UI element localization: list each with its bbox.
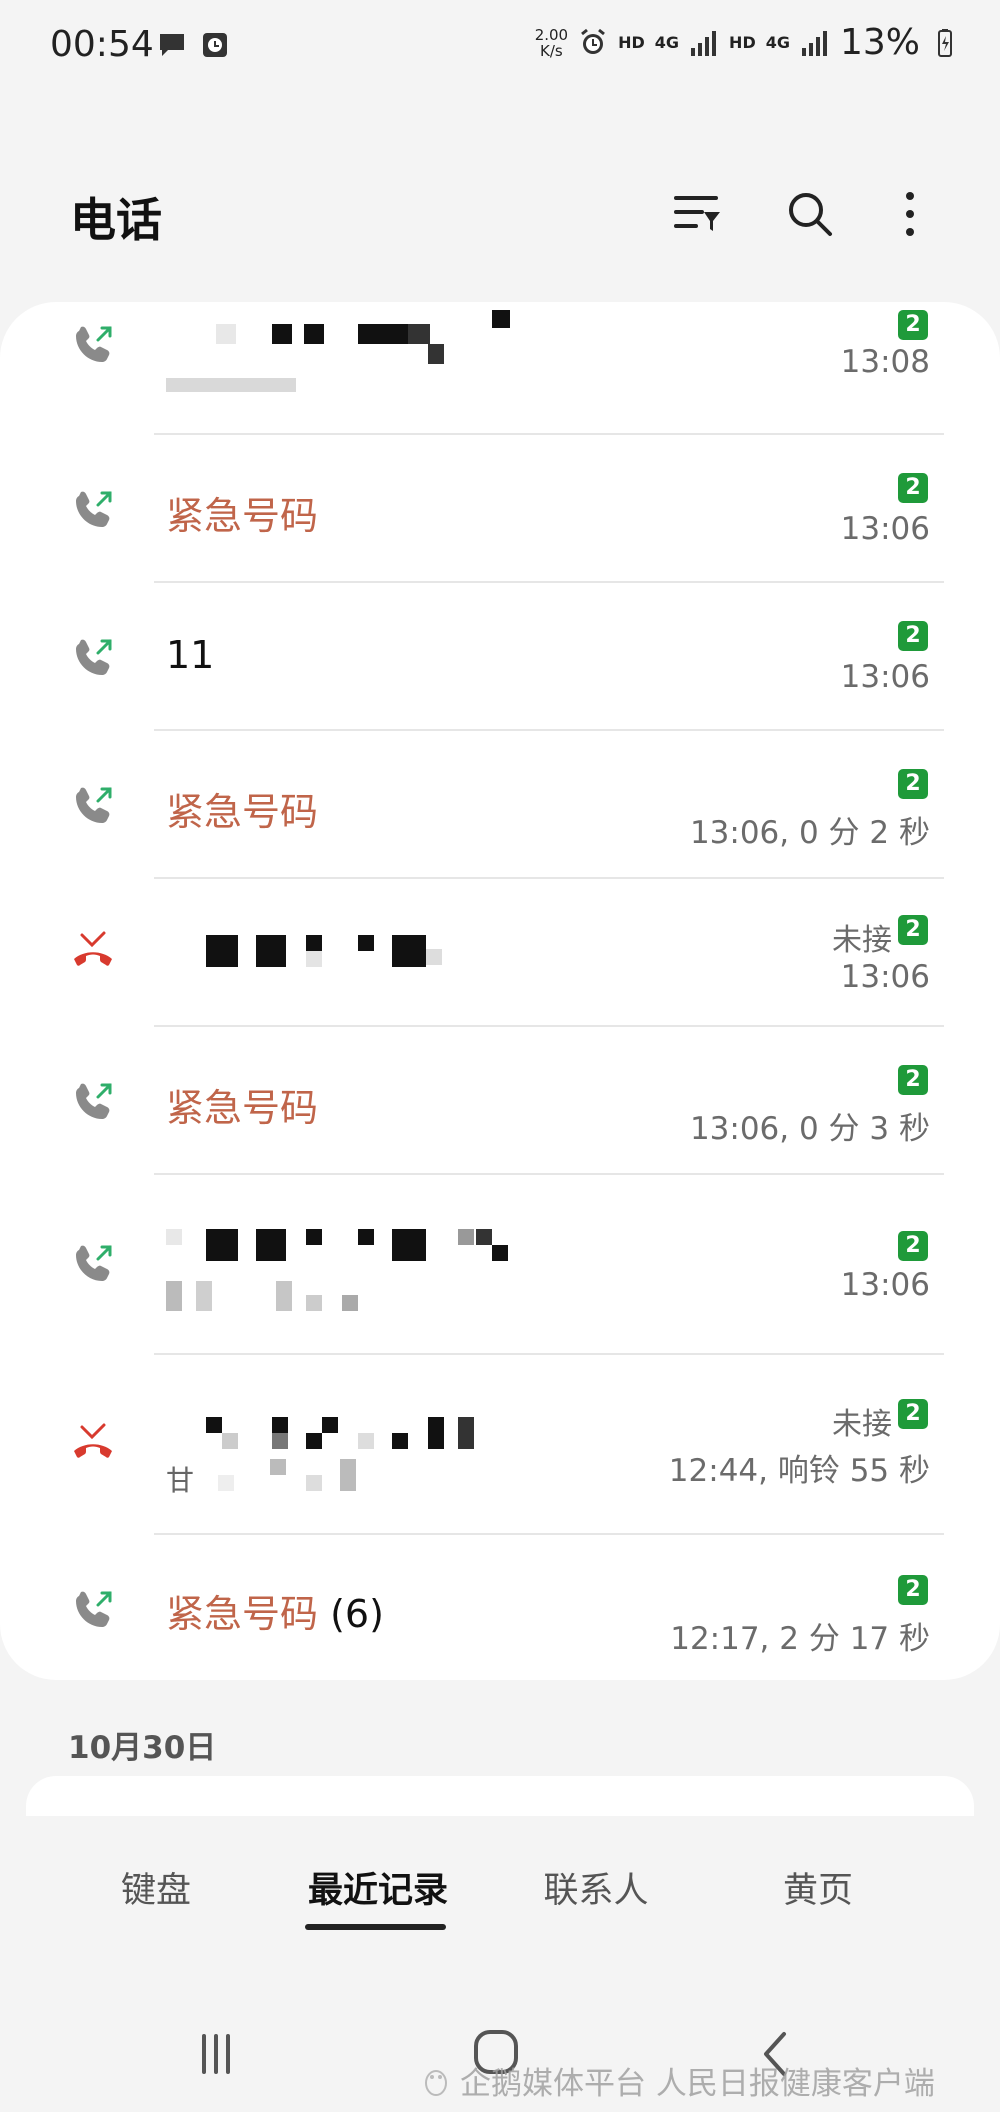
sim-2-badge: 2 [898, 1575, 928, 1605]
missed-call-icon [74, 1423, 112, 1458]
watermark: 企鹅媒体平台 人民日报健康客户端 [420, 2058, 935, 2103]
page-title: 电话 [70, 193, 162, 247]
call-time: 13:06 [840, 511, 930, 547]
outgoing-call-icon [76, 1245, 112, 1281]
contact-subtext: 甘 [166, 1464, 195, 1497]
missed-label: 未接 [832, 923, 892, 958]
contact-name: 紧急号码 [166, 494, 319, 538]
alarm-icon [581, 28, 606, 54]
missed-call-icon [74, 931, 112, 966]
call-time: 12:44, 响铃 55 秒 [668, 1453, 930, 1489]
call-log-row[interactable]: 11 2 13:06 [0, 583, 1000, 731]
app-header: 电话 [0, 170, 1000, 250]
sim-2-badge: 2 [898, 473, 928, 503]
outgoing-call-icon [76, 639, 112, 675]
call-log-list-next [26, 1776, 974, 1816]
redacted-contact-name [166, 1229, 526, 1329]
tab-recents[interactable]: 最近记录 [300, 1862, 456, 1913]
battery-percent: 13% [839, 22, 920, 63]
call-time: 13:06 [840, 959, 930, 995]
outgoing-call-icon [76, 1591, 112, 1627]
sim-2-badge: 2 [898, 1065, 928, 1095]
redacted-contact-subtext [218, 1459, 368, 1499]
network-type-2: 4G [765, 33, 790, 52]
penguin-logo-icon [425, 2069, 447, 2096]
status-time: 00:54 [50, 24, 154, 65]
call-log-row[interactable]: 紧急号码 (6) 2 12:17, 2 分 17 秒 [0, 1535, 1000, 1680]
call-time: 13:06, 0 分 2 秒 [689, 815, 930, 851]
redacted-contact-name [166, 310, 526, 392]
contact-name: 紧急号码 (6) [166, 1592, 384, 1636]
call-log-row[interactable]: 未接 2 13:06 [0, 879, 1000, 1027]
outgoing-call-icon [76, 787, 112, 823]
watermark-text: 企鹅媒体平台 人民日报健康客户端 [460, 2066, 935, 2102]
call-time: 13:06 [840, 659, 930, 695]
hd-label-2: HD [729, 33, 756, 52]
signal-icon-1 [691, 30, 717, 56]
redacted-contact-name [166, 929, 446, 969]
signal-icon-2 [801, 30, 827, 56]
recent-apps-icon[interactable] [186, 2024, 246, 2084]
sim-2-badge: 2 [898, 1231, 928, 1261]
contact-name: 紧急号码 [166, 1086, 319, 1130]
sim-2-badge: 2 [898, 310, 928, 340]
network-type-1: 4G [654, 33, 680, 52]
redacted-contact-name [166, 1417, 474, 1457]
message-icon [160, 34, 184, 56]
more-options-icon[interactable] [884, 188, 936, 240]
sim-2-badge: 2 [898, 769, 928, 799]
call-log-list: 2 13:08 紧急号码 2 13:06 11 2 13:06 紧急号码 2 1… [0, 302, 1000, 1680]
tab-keypad[interactable]: 键盘 [100, 1862, 212, 1913]
active-tab-indicator [305, 1924, 446, 1930]
call-log-row[interactable]: 紧急号码 2 13:06, 0 分 3 秒 [0, 1027, 1000, 1175]
search-icon[interactable] [784, 188, 836, 240]
call-time: 13:06 [840, 1267, 930, 1303]
bottom-tab-bar: 键盘 最近记录 联系人 黄页 [0, 1862, 1000, 1972]
call-time: 13:08 [840, 344, 930, 380]
sim-2-badge: 2 [898, 621, 928, 651]
sim-2-badge: 2 [898, 915, 928, 945]
outgoing-call-icon [76, 326, 112, 362]
filter-icon[interactable] [672, 188, 724, 240]
battery-icon [938, 28, 952, 57]
network-speed: 2.00 K/s [534, 25, 569, 60]
call-time: 12:17, 2 分 17 秒 [670, 1621, 930, 1657]
missed-label: 未接 [832, 1407, 892, 1442]
hd-label-1: HD [618, 33, 645, 52]
date-section-header: 10月30日 [68, 1730, 217, 1766]
sim-2-badge: 2 [898, 1399, 928, 1429]
call-log-row[interactable]: 2 13:08 [0, 302, 1000, 435]
outgoing-call-icon [76, 1083, 112, 1119]
outgoing-call-icon [76, 491, 112, 527]
call-time: 13:06, 0 分 3 秒 [689, 1111, 930, 1147]
clock-notification-icon [203, 33, 227, 57]
call-log-row[interactable]: 紧急号码 2 13:06 [0, 435, 1000, 583]
contact-name: 11 [166, 633, 215, 677]
contact-name: 紧急号码 [166, 790, 319, 834]
call-log-row[interactable]: 2 13:06 [0, 1175, 1000, 1355]
call-count: (6) [330, 1592, 384, 1636]
tab-yellow-pages[interactable]: 黄页 [770, 1862, 866, 1913]
status-bar: 00:54 2.00 K/s HD 4G HD 4G 13% [0, 0, 1000, 96]
tab-contacts[interactable]: 联系人 [536, 1862, 656, 1913]
call-log-row[interactable]: 甘 未接 2 12:44, 响铃 55 秒 [0, 1355, 1000, 1535]
call-log-row[interactable]: 紧急号码 2 13:06, 0 分 2 秒 [0, 731, 1000, 879]
